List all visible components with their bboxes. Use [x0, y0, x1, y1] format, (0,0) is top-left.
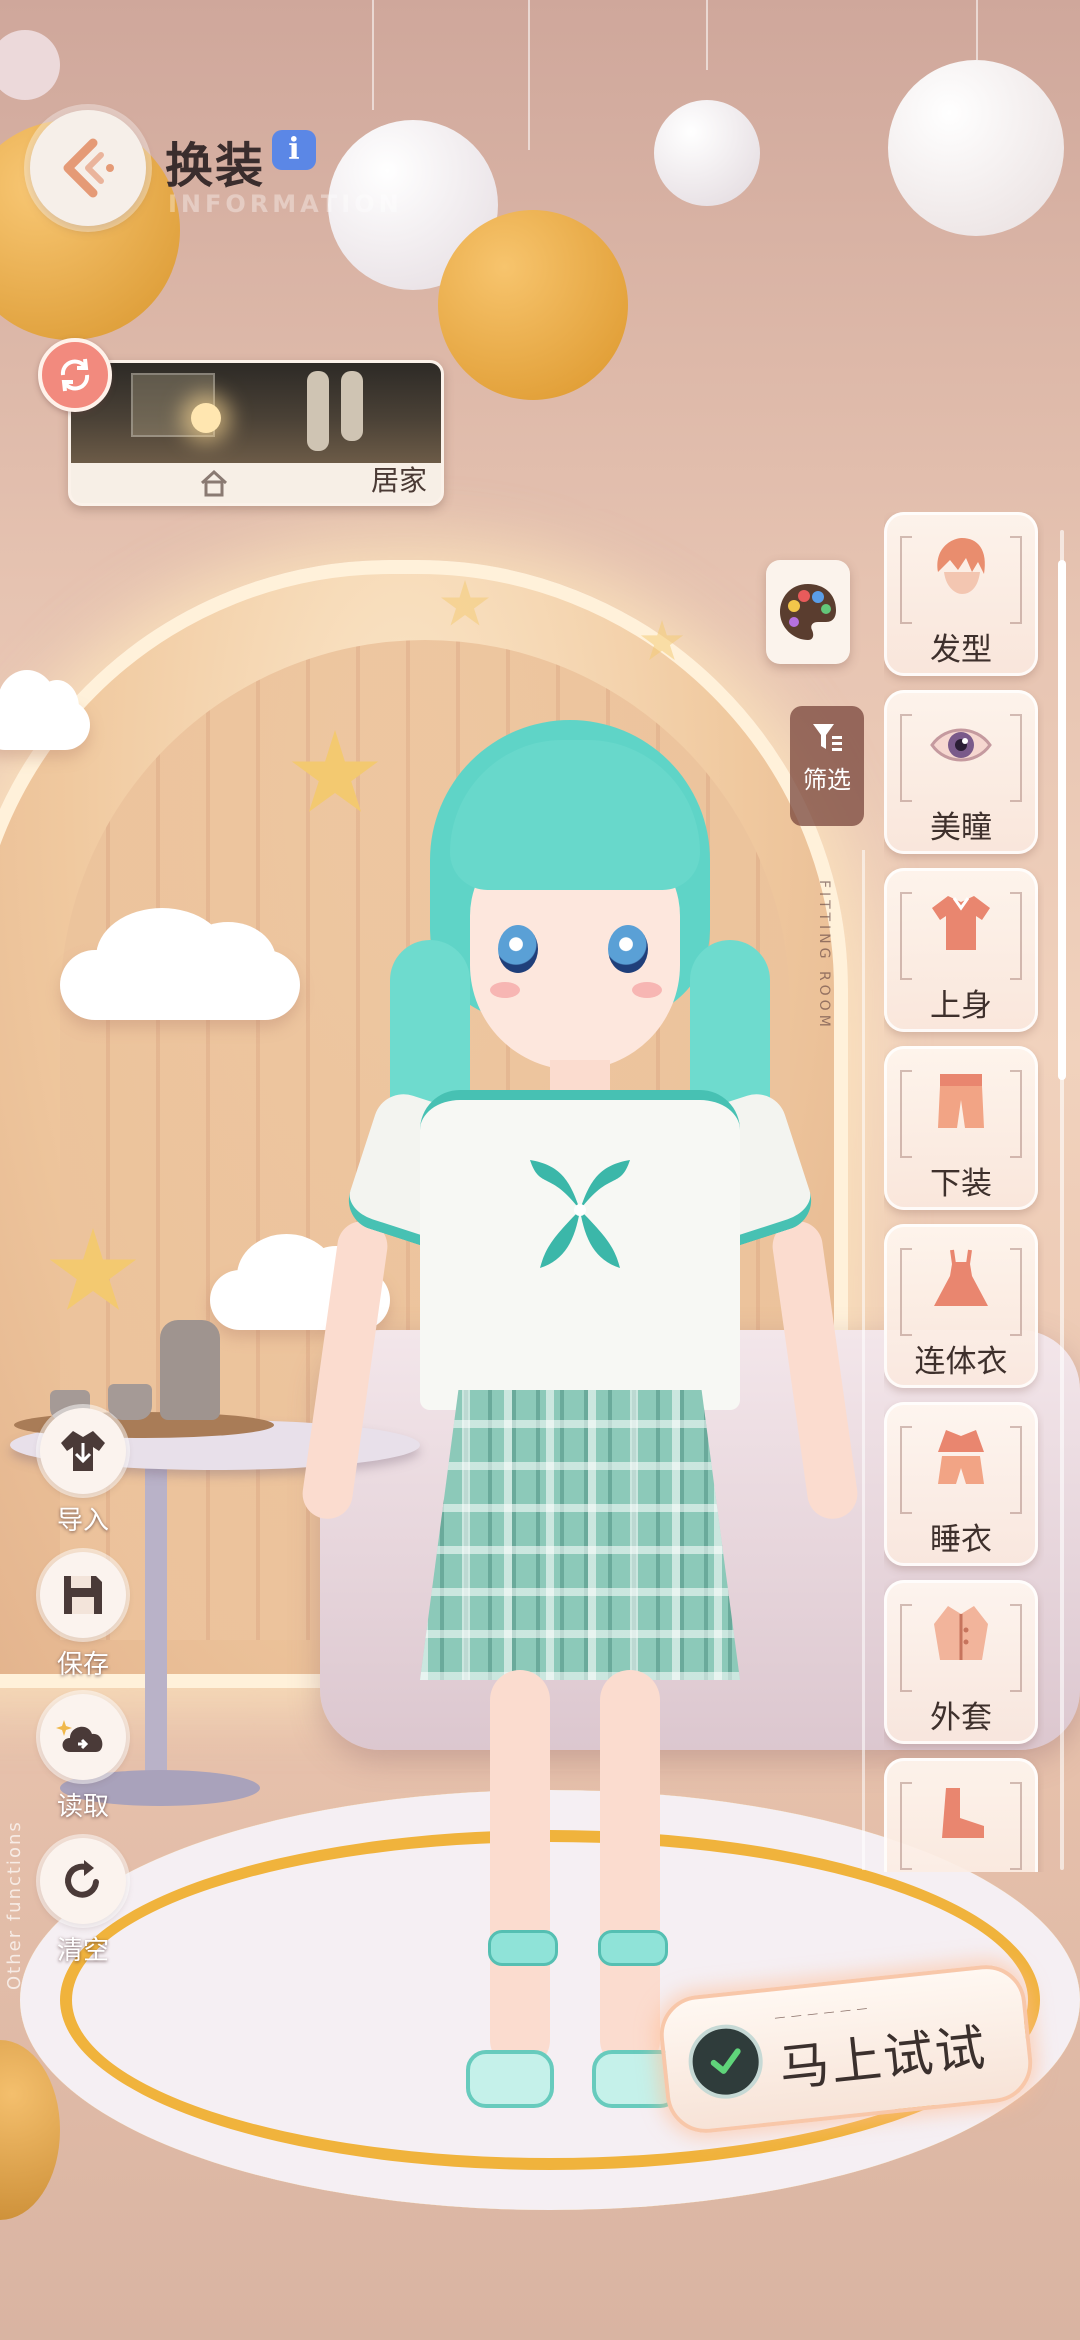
- hanging-orb: [0, 30, 60, 100]
- hanging-orb: [654, 100, 760, 206]
- hanging-orb: [888, 60, 1064, 236]
- eye-left: [498, 925, 538, 973]
- hanging-orb: [438, 210, 628, 400]
- reset-icon: [65, 1860, 99, 1898]
- leg-right: [600, 1670, 660, 2070]
- avatar-character[interactable]: [299, 720, 861, 2140]
- shoes-icon: [942, 1788, 984, 1838]
- category-outerwear[interactable]: 外套: [884, 1580, 1038, 1744]
- load-button[interactable]: 读取: [40, 1694, 126, 1823]
- eye-right: [608, 925, 648, 973]
- eye-icon: [930, 728, 992, 762]
- save-button[interactable]: 保存: [40, 1552, 126, 1681]
- shirt-icon: [932, 896, 990, 950]
- arm-right: [769, 1217, 861, 1523]
- back-button[interactable]: [30, 110, 146, 226]
- home-icon: [200, 469, 228, 497]
- panel-rail: [862, 850, 865, 1870]
- category-label: 美瞳: [930, 810, 992, 846]
- category-label: 外套: [930, 1700, 992, 1736]
- category-contacts[interactable]: 美瞳: [884, 690, 1038, 854]
- pajamas-icon: [938, 1430, 984, 1484]
- dress-icon: [934, 1249, 988, 1306]
- side-table-leg: [145, 1460, 167, 1790]
- import-icon: [61, 1431, 105, 1471]
- save-icon: [64, 1576, 102, 1614]
- category-list[interactable]: 发型 美瞳 上身 下装 连体衣 睡衣 外套: [884, 512, 1044, 1872]
- category-bottoms[interactable]: 下装: [884, 1046, 1038, 1210]
- blush: [490, 982, 520, 998]
- back-arrow-icon: [63, 138, 114, 198]
- save-label: 保存: [56, 1650, 109, 1680]
- category-label: 下装: [930, 1166, 992, 1202]
- import-button[interactable]: 导入: [40, 1408, 126, 1537]
- shirt-logo-icon: [530, 1160, 630, 1268]
- import-label: 导入: [56, 1506, 109, 1536]
- page-subtitle: INFORMATION: [168, 190, 403, 218]
- scene-thumbnail: [71, 363, 441, 463]
- sandal-left: [466, 2050, 554, 2108]
- category-label: 连体衣: [914, 1344, 1008, 1380]
- ankle-strap: [488, 1930, 558, 1966]
- clear-label: 清空: [56, 1936, 109, 1966]
- fitting-room-caption: FITTING ROOM: [816, 880, 832, 1031]
- try-now-label: 马上试试: [776, 2018, 990, 2098]
- category-scroll-thumb[interactable]: [1058, 560, 1066, 1080]
- other-functions-caption: Other functions: [4, 1820, 25, 1990]
- load-cloud-icon: [56, 1720, 103, 1752]
- palette-icon: [780, 584, 836, 640]
- color-palette-button[interactable]: [766, 560, 850, 664]
- refresh-icon: [60, 358, 90, 392]
- category-hair[interactable]: 发型: [884, 512, 1038, 676]
- info-button[interactable]: i: [272, 130, 316, 170]
- category-dresses[interactable]: 连体衣: [884, 1224, 1038, 1388]
- category-label: 发型: [930, 632, 992, 668]
- page-title: 换装: [165, 138, 266, 194]
- category-label: 睡衣: [930, 1522, 992, 1558]
- plaid-skirt: [420, 1390, 740, 1680]
- check-icon: [684, 2020, 767, 2103]
- wall-cloud: [0, 670, 90, 750]
- teapot: [160, 1320, 220, 1420]
- ankle-strap: [598, 1930, 668, 1966]
- filter-label: 筛选: [803, 766, 851, 794]
- wall-cloud: [60, 908, 300, 1020]
- coat-icon: [934, 1606, 988, 1660]
- filter-button[interactable]: 筛选: [790, 706, 864, 826]
- arm-left: [299, 1217, 391, 1523]
- category-shoes[interactable]: [884, 1758, 1038, 1872]
- category-label: 上身: [930, 988, 992, 1024]
- category-tops[interactable]: 上身: [884, 868, 1038, 1032]
- scene-label: 居家: [370, 464, 427, 497]
- hair-icon: [937, 538, 985, 594]
- switch-scene-button[interactable]: [38, 338, 112, 412]
- filter-icon: [813, 724, 842, 751]
- leg-left: [490, 1670, 550, 2070]
- clear-button[interactable]: 清空: [40, 1838, 126, 1967]
- scene-selector[interactable]: 居家: [68, 360, 444, 506]
- blush: [632, 982, 662, 998]
- pants-icon: [938, 1074, 984, 1128]
- category-pajamas[interactable]: 睡衣: [884, 1402, 1038, 1566]
- load-label: 读取: [56, 1792, 109, 1822]
